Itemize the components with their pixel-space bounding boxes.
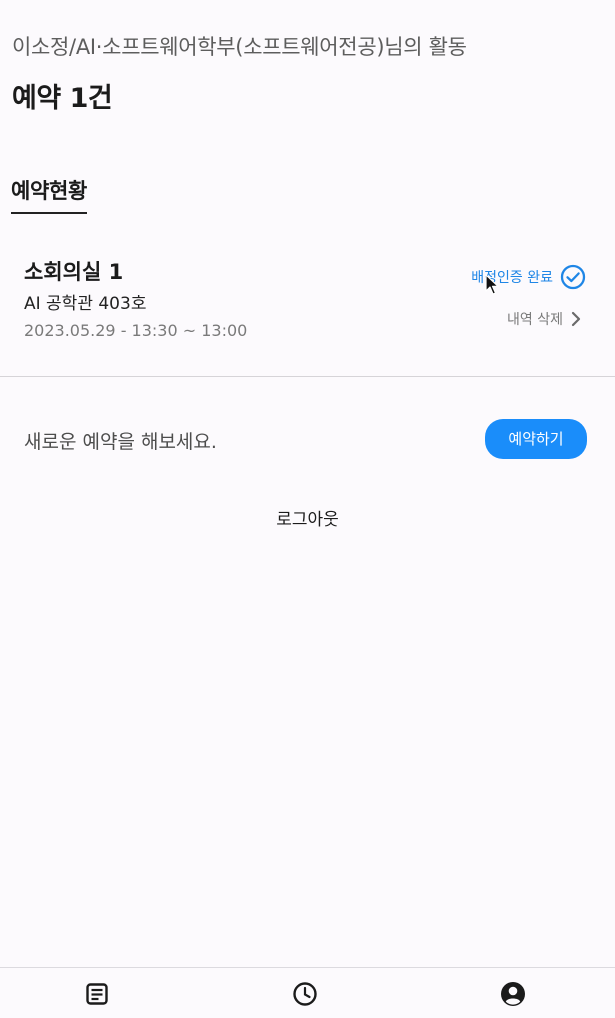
- logout-button[interactable]: 로그아웃: [0, 505, 615, 530]
- verification-status-label: 배정인증 완료: [471, 270, 553, 286]
- nav-account[interactable]: [500, 981, 526, 1007]
- reservation-card: 소회의실 1 AI 공학관 403호 2023.05.29 - 13:30 ~ …: [0, 236, 615, 377]
- delete-history-button[interactable]: 내역 삭제: [507, 309, 581, 329]
- delete-history-label: 내역 삭제: [507, 312, 563, 328]
- chevron-right-icon: [571, 311, 581, 327]
- nav-reservation-list[interactable]: [84, 981, 110, 1007]
- user-activity-title: 이소정/AI·소프트웨어학부(소프트웨어전공)님의 활동: [12, 35, 467, 59]
- new-reservation-row: 새로운 예약을 해보세요. 예약하기: [0, 418, 615, 460]
- new-reservation-prompt: 새로운 예약을 해보세요.: [24, 431, 217, 453]
- reservation-count-heading: 예약 1건: [12, 83, 113, 114]
- document-list-icon: [86, 983, 108, 1005]
- clock-icon: [293, 982, 317, 1006]
- room-name: 소회의실 1: [24, 260, 124, 284]
- account-circle-icon: [501, 982, 525, 1006]
- bottom-navigation: [0, 967, 615, 1018]
- reserve-button[interactable]: 예약하기: [485, 419, 587, 459]
- reservation-datetime: 2023.05.29 - 13:30 ~ 13:00: [24, 321, 248, 340]
- nav-history[interactable]: [292, 981, 318, 1007]
- verification-status[interactable]: 배정인증 완료: [471, 264, 586, 290]
- room-location: AI 공학관 403호: [24, 294, 147, 314]
- check-circle-icon: [560, 264, 586, 290]
- tab-reservation-status[interactable]: 예약현황: [11, 175, 87, 214]
